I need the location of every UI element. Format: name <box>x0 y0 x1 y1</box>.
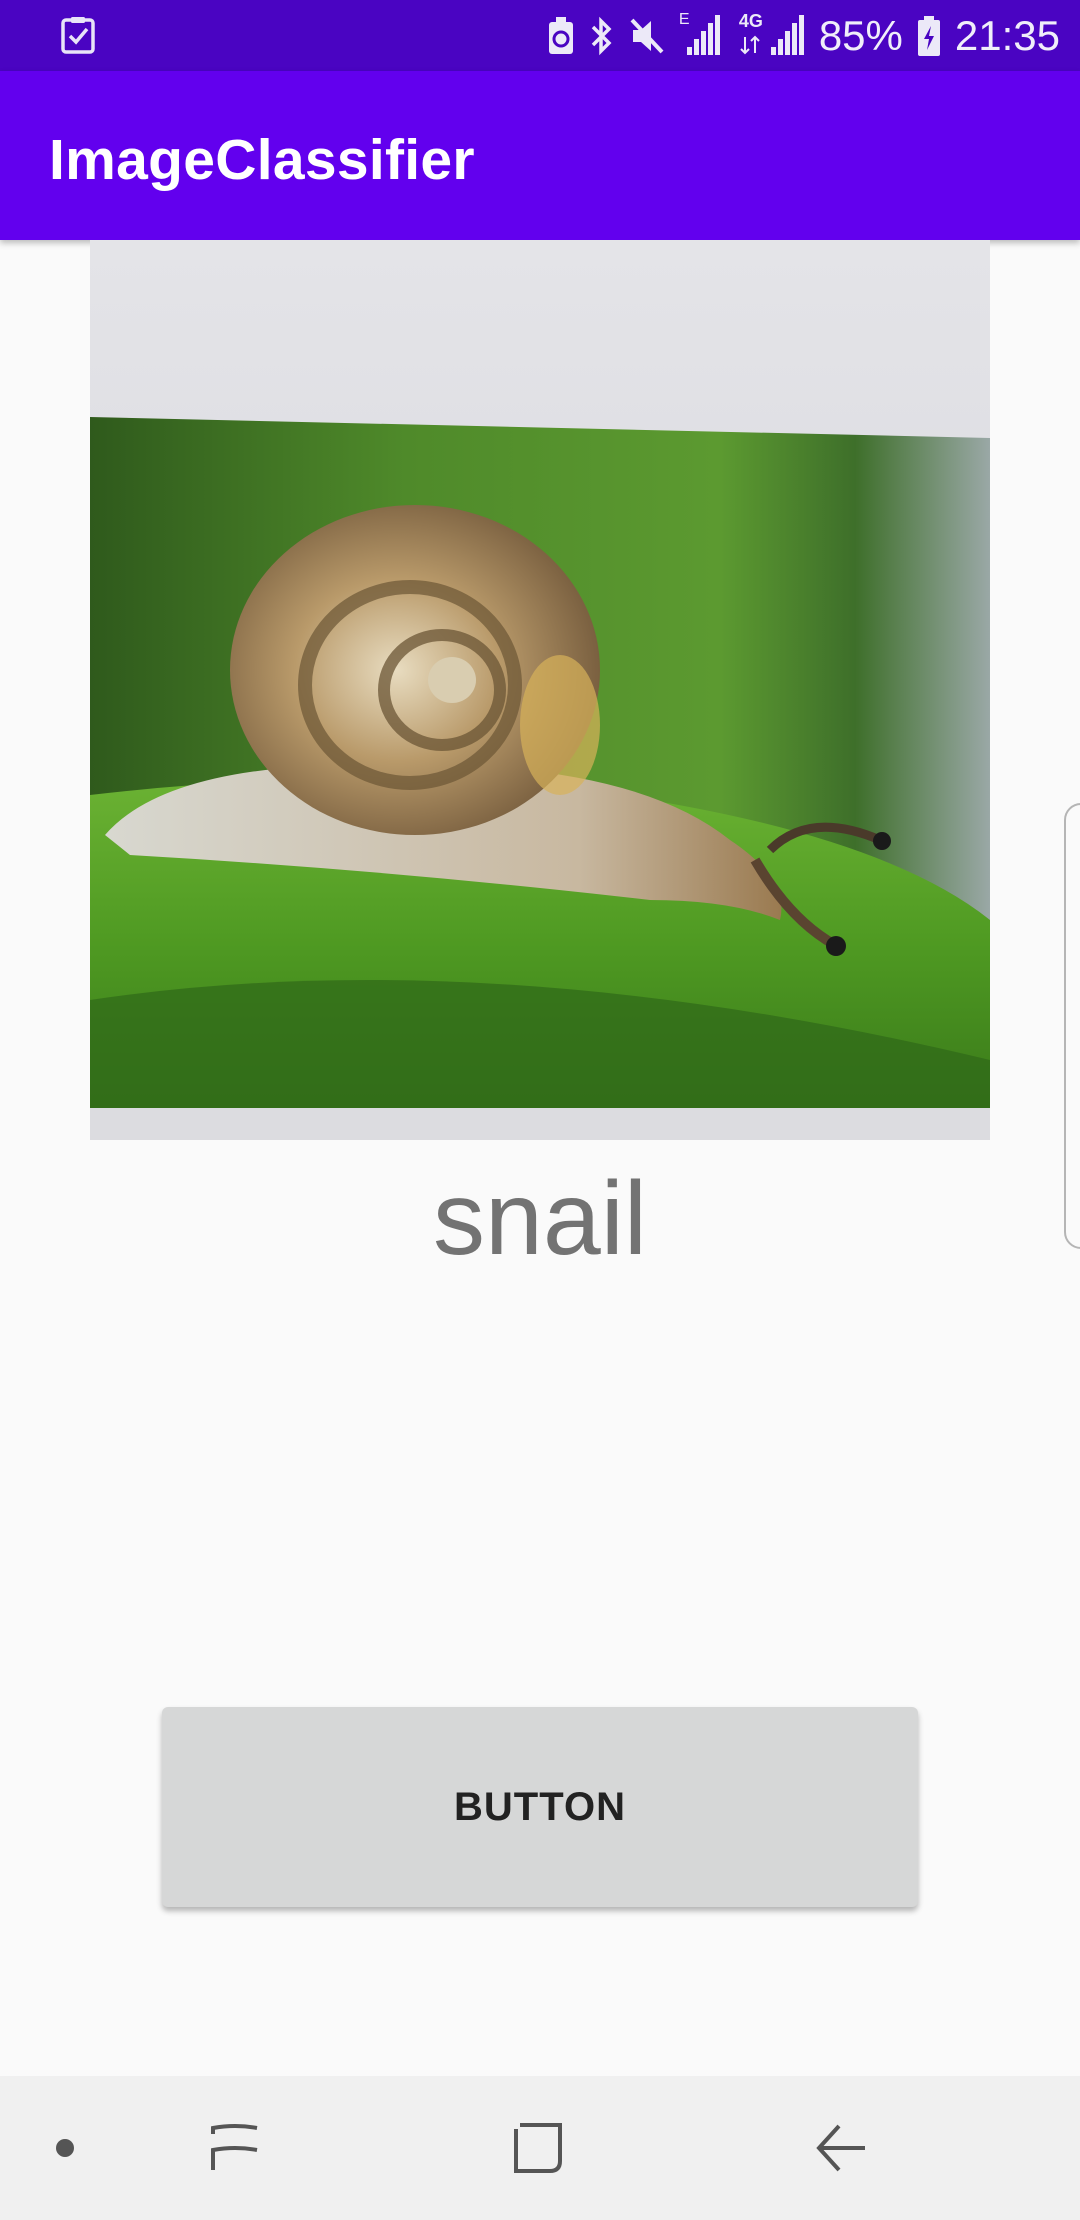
screenshot-icon <box>61 17 95 54</box>
navigation-bar <box>0 2076 1080 2220</box>
classify-button[interactable]: BUTTON <box>162 1707 918 1907</box>
app-bar: ImageClassifier <box>0 71 1080 240</box>
dot-icon[interactable] <box>30 2076 100 2220</box>
recents-icon[interactable] <box>200 2076 270 2220</box>
snail-photo <box>90 240 990 1140</box>
app-title: ImageClassifier <box>49 128 475 192</box>
home-icon[interactable] <box>503 2076 573 2220</box>
edge-panel-handle[interactable] <box>1064 803 1080 1249</box>
bluetooth-icon <box>591 16 612 55</box>
back-icon[interactable] <box>806 2076 876 2220</box>
battery-saver-icon <box>548 16 573 54</box>
classified-image <box>90 240 990 1140</box>
battery-percent: 85% <box>818 11 903 59</box>
signal-4g-icon: 4G <box>735 11 805 61</box>
mute-icon <box>630 18 664 53</box>
battery-charging-icon <box>917 15 940 56</box>
classification-result: snail <box>433 1161 647 1277</box>
status-bar: E 4G 85% 21:35 <box>0 0 1080 71</box>
signal-e-icon: E <box>679 11 721 61</box>
status-indicators: E 4G 85% 21:35 <box>547 0 1060 71</box>
clock: 21:35 <box>954 11 1060 59</box>
